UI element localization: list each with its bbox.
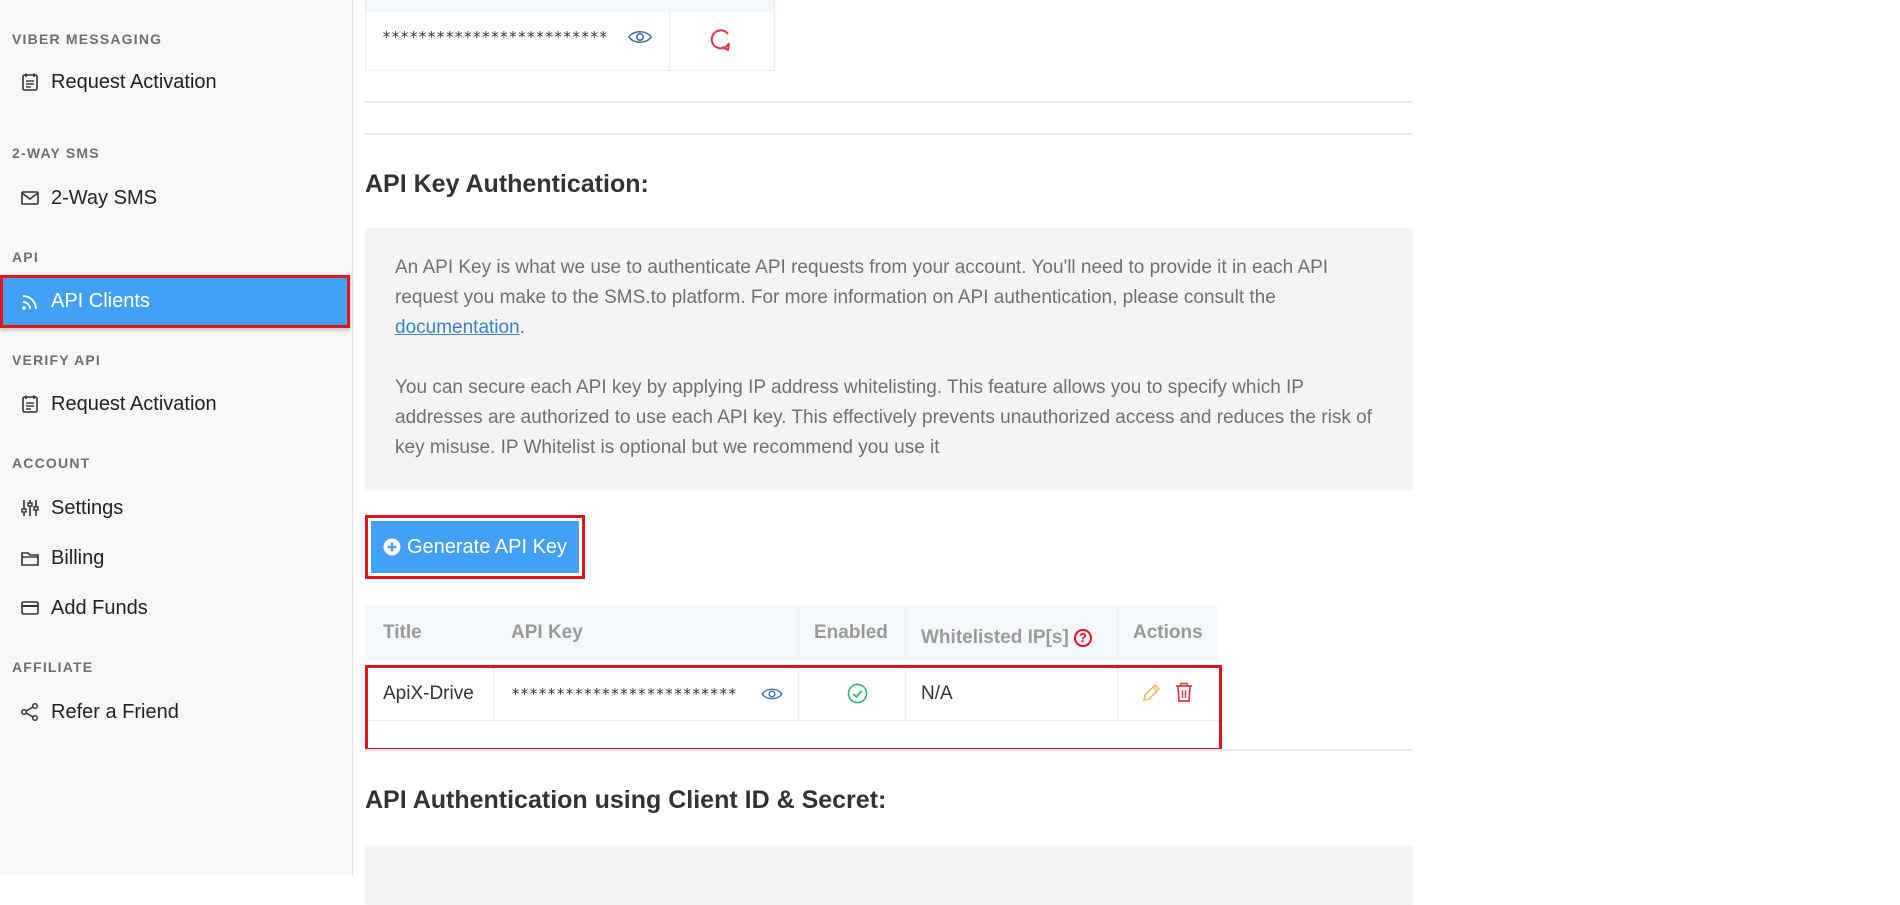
sidebar-item-label: Billing [51, 546, 105, 569]
masked-secret: ************************* [382, 28, 608, 46]
edit-pencil-icon[interactable] [1140, 682, 1162, 704]
calendar-icon [19, 393, 41, 415]
header-separator [798, 605, 799, 660]
credit-card-icon [19, 597, 41, 619]
main-content: ************************* API Key Authen… [365, 0, 1415, 905]
trash-icon[interactable] [1174, 681, 1194, 703]
eye-icon[interactable] [628, 28, 652, 46]
section-heading-viber: VIBER MESSAGING [12, 31, 163, 47]
secret-cell: ************************* [366, 12, 670, 70]
row-api-key: ************************* [511, 668, 737, 720]
section-title-client-id: API Authentication using Client ID & Sec… [365, 786, 887, 814]
folder-icon [19, 547, 41, 569]
info-paragraph-2: You can secure each API key by applying … [395, 377, 1372, 458]
section-heading-account: ACCOUNT [12, 455, 91, 471]
api-key-info-box: An API Key is what we use to authenticat… [365, 228, 1413, 491]
generate-api-key-button-highlight: Generate API Key [365, 515, 585, 579]
header-whitelisted-label: Whitelisted IP[s] [921, 626, 1069, 648]
info-text: . [519, 317, 525, 338]
divider [365, 749, 1413, 751]
info-paragraph-1: An API Key is what we use to authenticat… [395, 253, 1383, 343]
header-whitelisted: Whitelisted IP[s] ? [921, 610, 1092, 665]
column-separator [798, 668, 799, 720]
table-header-strip [366, 0, 774, 12]
regenerate-icon[interactable] [708, 26, 734, 52]
sidebar-item-label: 2-Way SMS [51, 186, 157, 209]
sliders-icon [19, 497, 41, 519]
sidebar-item-2way-sms[interactable]: 2-Way SMS [0, 174, 350, 222]
client-id-info-box [365, 845, 1413, 905]
header-enabled: Enabled [814, 621, 888, 643]
section-title-api-key: API Key Authentication: [365, 170, 649, 198]
sidebar-item-settings[interactable]: Settings [0, 484, 350, 532]
envelope-icon [19, 187, 41, 209]
sidebar-item-add-funds[interactable]: Add Funds [0, 584, 350, 632]
sidebar-item-label: Refer a Friend [51, 700, 179, 723]
section-heading-api: API [12, 249, 39, 265]
header-separator [905, 605, 906, 660]
sidebar-item-label: Settings [51, 496, 124, 519]
row-whitelisted: N/A [921, 683, 953, 704]
row-title: ApiX-Drive [383, 683, 474, 704]
section-heading-affiliate: AFFILIATE [12, 659, 94, 675]
sidebar-item-billing[interactable]: Billing [0, 534, 350, 582]
plus-circle-icon [383, 538, 401, 556]
documentation-link[interactable]: documentation [395, 317, 520, 338]
eye-icon[interactable] [761, 686, 783, 702]
sidebar-item-label: Add Funds [51, 596, 148, 619]
sidebar-item-label: Request Activation [51, 70, 217, 93]
header-title: Title [383, 621, 422, 643]
sidebar-item-verify-request-activation[interactable]: Request Activation [0, 380, 350, 428]
share-icon [19, 701, 41, 723]
header-api-key: API Key [511, 621, 583, 643]
sidebar: VIBER MESSAGING Request Activation 2-WAY… [0, 0, 353, 875]
help-icon[interactable]: ? [1073, 628, 1092, 647]
section-heading-2way: 2-WAY SMS [12, 145, 100, 161]
column-separator [905, 668, 906, 720]
divider [365, 101, 1413, 103]
sidebar-item-api-clients[interactable]: API Clients [0, 275, 350, 328]
header-actions: Actions [1133, 621, 1203, 643]
sidebar-item-label: API Clients [51, 290, 150, 312]
sidebar-item-viber-request-activation[interactable]: Request Activation [0, 58, 350, 106]
client-secret-table: ************************* [365, 0, 775, 71]
check-circle-icon [847, 683, 868, 704]
generate-button-label: Generate API Key [406, 535, 568, 558]
column-separator [493, 668, 494, 720]
table-header: Title API Key Enabled Whitelisted IP[s] … [365, 605, 1218, 660]
row-divider [368, 720, 1219, 721]
masked-key: ************************* [511, 685, 737, 703]
sidebar-item-label: Request Activation [51, 392, 217, 415]
table-row-highlight: ApiX-Drive ************************* N/A [365, 665, 1222, 751]
rss-icon [19, 291, 41, 313]
divider [365, 133, 1413, 135]
section-heading-verify: VERIFY API [12, 352, 102, 368]
generate-api-key-button[interactable]: Generate API Key [371, 521, 579, 573]
sidebar-item-refer-friend[interactable]: Refer a Friend [0, 688, 350, 736]
column-separator [1117, 668, 1118, 720]
info-text: An API Key is what we use to authenticat… [395, 257, 1329, 308]
calendar-icon [19, 71, 41, 93]
header-separator [1117, 605, 1118, 660]
